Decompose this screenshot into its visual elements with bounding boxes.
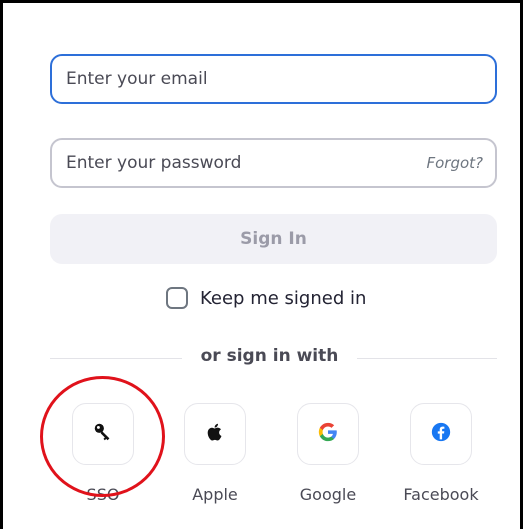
facebook-button[interactable] (410, 403, 472, 465)
google-icon (317, 421, 339, 447)
apple-option[interactable]: Apple (170, 403, 260, 504)
sso-highlight-annotation (40, 376, 165, 497)
forgot-password-link[interactable]: Forgot? (426, 154, 483, 172)
facebook-label: Facebook (403, 485, 479, 504)
keep-signed-in[interactable]: Keep me signed in (166, 284, 366, 312)
divider-line-right (357, 358, 497, 359)
facebook-option[interactable]: Facebook (396, 403, 486, 504)
apple-button[interactable] (184, 403, 246, 465)
divider-label: or sign in with (200, 346, 339, 366)
sign-in-button[interactable]: Sign In (50, 214, 497, 264)
divider-line-left (50, 358, 182, 359)
keep-signed-in-label: Keep me signed in (200, 287, 367, 309)
google-label: Google (299, 485, 357, 504)
password-field-container[interactable]: Forgot? (50, 138, 497, 188)
keep-signed-in-checkbox[interactable] (166, 287, 188, 309)
email-field[interactable] (66, 69, 483, 89)
google-option[interactable]: Google (283, 403, 373, 504)
facebook-icon (430, 421, 452, 447)
email-field-container[interactable] (50, 54, 497, 104)
apple-icon (204, 421, 226, 447)
apple-label: Apple (192, 485, 238, 504)
google-button[interactable] (297, 403, 359, 465)
password-field[interactable] (66, 153, 427, 173)
